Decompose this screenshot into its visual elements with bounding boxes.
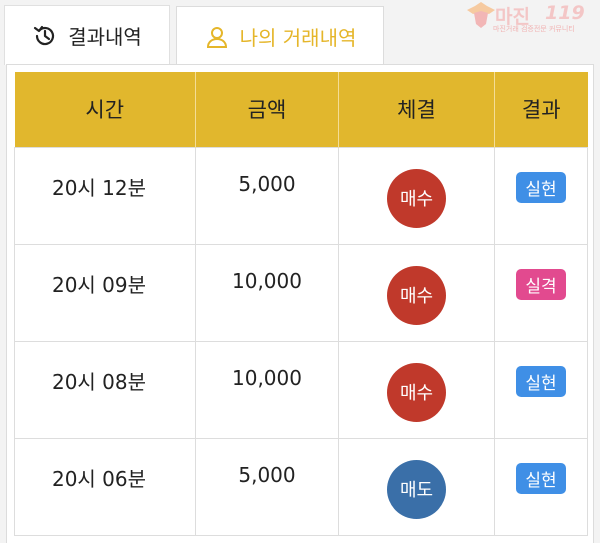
trade-table-container: 시간 금액 체결 결과 20시 12분 5,000 매수 실현 20시 09분 … (6, 64, 594, 543)
result-badge: 실격 (516, 268, 566, 300)
cell-result: 실현 (494, 146, 588, 245)
cell-time: 20시 12분 (14, 146, 196, 245)
cell-time: 20시 06분 (14, 437, 196, 536)
cell-result: 실격 (494, 243, 588, 342)
table-row: 20시 09분 10,000 매수 실격 (14, 243, 588, 342)
header-trade: 체결 (338, 72, 495, 147)
logo-subtitle: 마진거래 검증전문 커뮤니티 (493, 25, 575, 33)
buy-badge: 매수 (387, 362, 446, 422)
header-time: 시간 (14, 72, 196, 147)
header-amount: 금액 (195, 72, 339, 147)
sell-badge: 매도 (387, 459, 446, 519)
tab-my-trades[interactable]: 나의 거래내역 (176, 6, 384, 66)
tab-result-history-label: 결과내역 (68, 25, 142, 49)
cell-trade: 매수 (338, 340, 495, 439)
logo: 마진 119 마진거래 검증전문 커뮤니티 (443, 0, 600, 40)
table-row: 20시 12분 5,000 매수 실현 (14, 146, 588, 245)
logo-number-text: 119 (545, 2, 585, 24)
buy-badge: 매수 (387, 168, 446, 228)
trade-table: 시간 금액 체결 결과 20시 12분 5,000 매수 실현 20시 09분 … (14, 72, 588, 536)
cell-trade: 매수 (338, 243, 495, 342)
trade-history-page: 결과내역 나의 거래내역 마진 119 마진거래 검증전문 커뮤니티 시간 금액… (0, 0, 600, 543)
result-badge: 실현 (516, 365, 566, 397)
cell-trade: 매도 (338, 437, 495, 536)
cell-result: 실현 (494, 437, 588, 536)
cell-time: 20시 08분 (14, 340, 196, 439)
user-icon (204, 24, 230, 50)
cell-amount: 5,000 (195, 146, 339, 245)
header-result: 결과 (494, 72, 588, 147)
history-icon (32, 23, 58, 49)
cell-amount: 5,000 (195, 437, 339, 536)
result-badge: 실현 (516, 462, 566, 494)
result-badge: 실현 (516, 171, 566, 203)
cell-time: 20시 09분 (14, 243, 196, 342)
cell-amount: 10,000 (195, 243, 339, 342)
cell-amount: 10,000 (195, 340, 339, 439)
table-row: 20시 08분 10,000 매수 실현 (14, 340, 588, 439)
table-row: 20시 06분 5,000 매도 실현 (14, 437, 588, 536)
cell-trade: 매수 (338, 146, 495, 245)
buy-badge: 매수 (387, 265, 446, 325)
cell-result: 실현 (494, 340, 588, 439)
tab-my-trades-label: 나의 거래내역 (239, 26, 357, 50)
tab-result-history[interactable]: 결과내역 (4, 5, 170, 65)
table-header-row: 시간 금액 체결 결과 (14, 72, 588, 147)
